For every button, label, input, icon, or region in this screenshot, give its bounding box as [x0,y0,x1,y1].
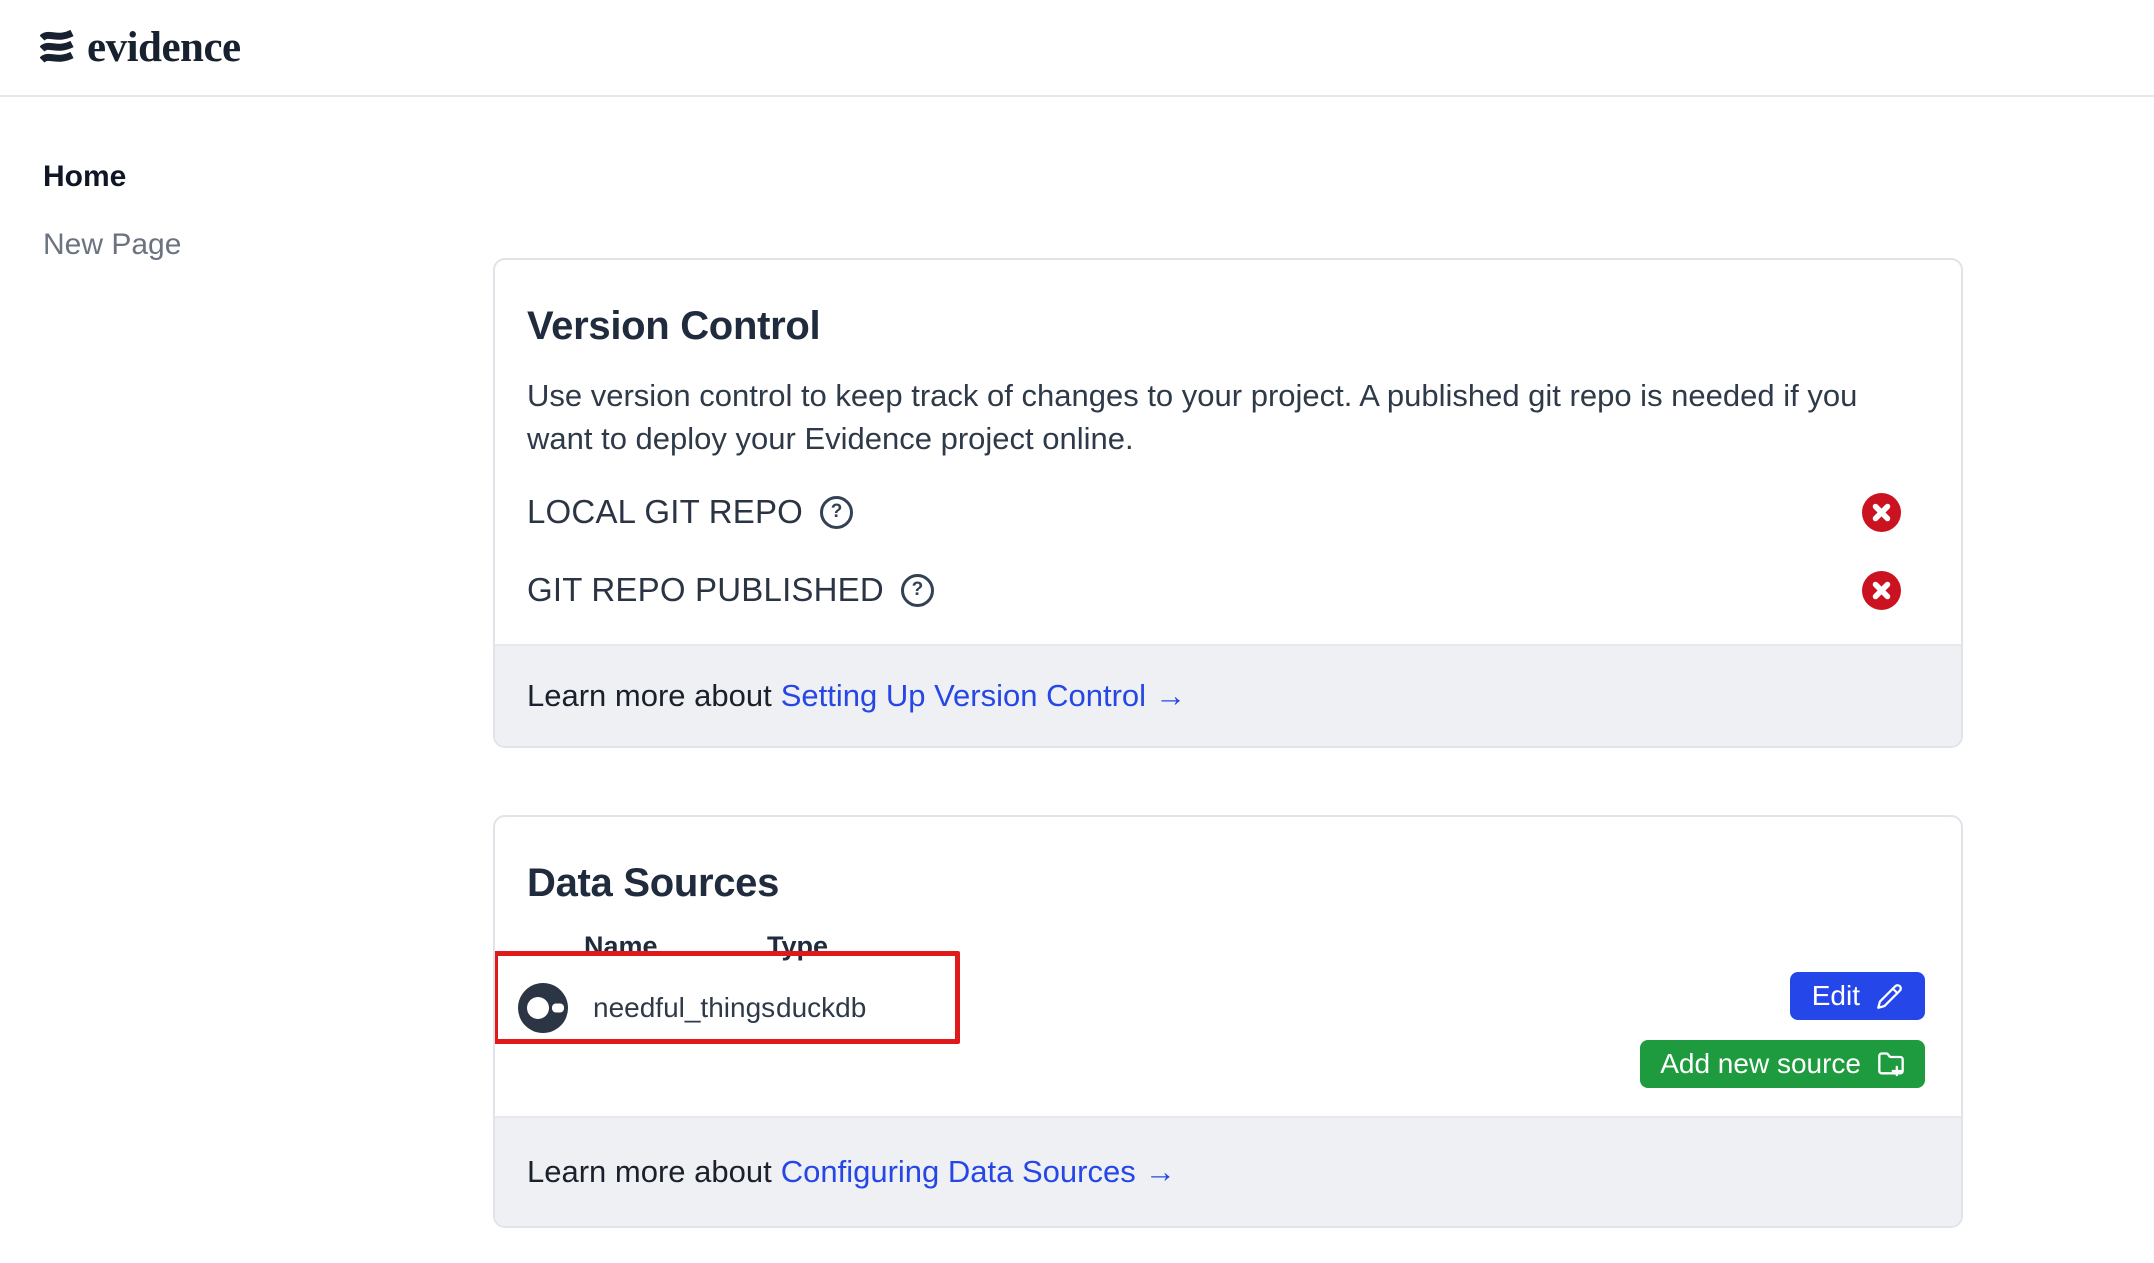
duckdb-logo-icon [518,983,568,1033]
arrow-right-icon[interactable]: → [1145,1154,1176,1190]
pencil-icon [1876,983,1903,1010]
source-type: duckdb [776,992,866,1024]
evidence-logo[interactable]: evidence [40,23,241,72]
learn-more-text: Learn more about [527,678,772,714]
configuring-data-sources-link[interactable]: Configuring Data Sources [781,1154,1136,1190]
add-new-source-button[interactable]: Add new source [1640,1040,1925,1088]
sidebar-item-new-page[interactable]: New Page [43,228,181,262]
arrow-right-icon[interactable]: → [1155,678,1186,714]
version-control-footer: Learn more about Setting Up Version Cont… [495,644,1961,746]
setting-up-version-control-link[interactable]: Setting Up Version Control [781,678,1146,714]
version-control-description: Use version control to keep track of cha… [527,374,1929,460]
version-control-card: Version Control Use version control to k… [493,258,1963,748]
table-header-type: Type [767,931,828,962]
help-icon[interactable] [901,574,934,607]
status-label: GIT REPO PUBLISHED [527,571,884,609]
logo-waves-icon [40,27,74,69]
help-icon[interactable] [820,496,853,529]
edit-button-label: Edit [1812,980,1860,1012]
status-row-local-git-repo: LOCAL GIT REPO [527,484,1929,540]
x-circle-error-icon [1862,493,1901,532]
add-new-source-label: Add new source [1660,1048,1861,1080]
sidebar-item-home[interactable]: Home [43,160,126,194]
status-row-git-repo-published: GIT REPO PUBLISHED [527,562,1929,618]
folder-plus-icon [1877,1050,1905,1078]
learn-more-text: Learn more about [527,1154,772,1190]
edit-button[interactable]: Edit [1790,972,1925,1020]
top-bar: evidence [0,0,2154,97]
data-sources-card: Data Sources Name Type needful_things du… [493,815,1963,1228]
x-circle-error-icon [1862,571,1901,610]
version-control-title: Version Control [527,302,1929,350]
table-header-name: Name [584,931,658,962]
source-name: needful_things [593,992,776,1024]
data-sources-footer: Learn more about Configuring Data Source… [495,1116,1961,1226]
data-source-row: needful_things duckdb [518,983,866,1033]
logo-text: evidence [87,23,241,72]
status-label: LOCAL GIT REPO [527,493,803,531]
data-sources-title: Data Sources [527,859,1929,907]
